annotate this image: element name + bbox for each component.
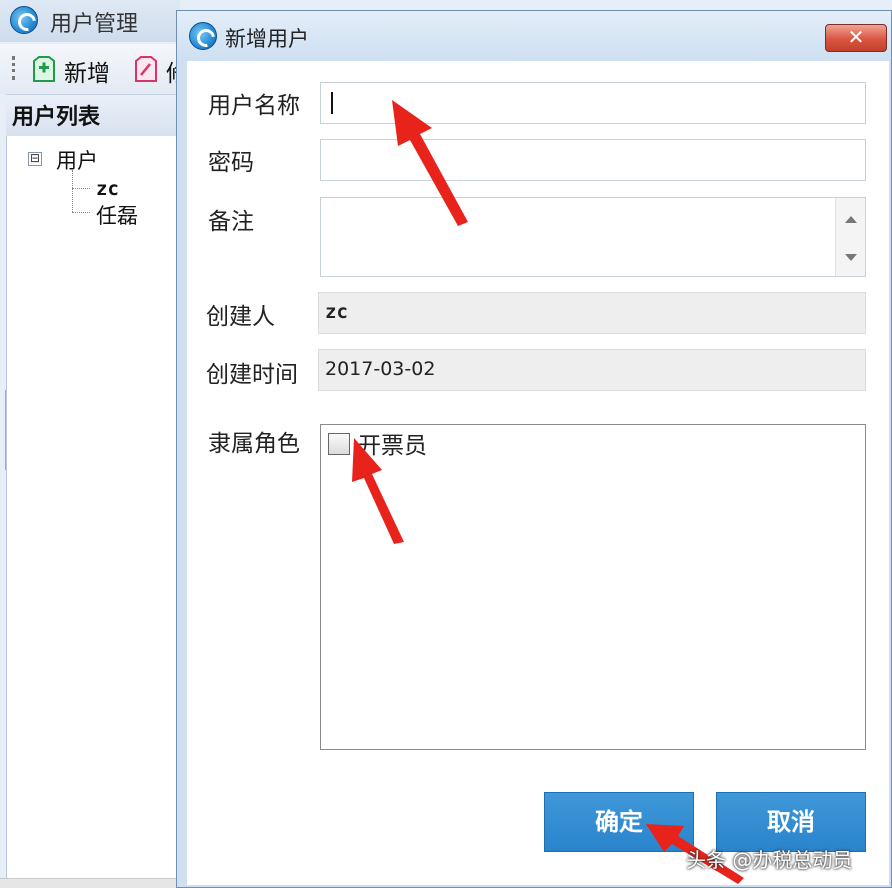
tree-collapse-toggle[interactable]: ⊟ (28, 152, 42, 166)
tree-node-user[interactable]: 任磊 (96, 200, 138, 230)
user-list-title: 用户列表 (12, 105, 101, 130)
creator-field: zc (318, 292, 866, 334)
remark-label: 备注 (208, 209, 254, 235)
close-button[interactable]: ✕ (825, 24, 887, 52)
password-label: 密码 (208, 150, 254, 176)
username-label: 用户名称 (208, 93, 300, 119)
role-option-label[interactable]: 开票员 (358, 426, 427, 460)
roles-label: 隶属角色 (208, 431, 300, 457)
creator-value: zc (325, 301, 348, 323)
tree-connector (72, 188, 90, 189)
created-time-field: 2017-03-02 (318, 349, 866, 391)
creator-label: 创建人 (206, 304, 275, 330)
dialog-title: 新增用户 (225, 27, 309, 51)
scroll-up-icon[interactable] (845, 216, 857, 223)
tree-connector (72, 212, 90, 213)
close-icon: ✕ (847, 25, 865, 49)
scroll-down-icon[interactable] (845, 254, 857, 261)
tree-node-user[interactable]: zc (96, 178, 119, 200)
add-user-icon[interactable] (30, 55, 58, 83)
password-input[interactable] (320, 139, 866, 181)
confirm-button[interactable]: 确定 (544, 792, 694, 852)
cancel-button[interactable]: 取消 (716, 792, 866, 852)
text-caret (331, 92, 333, 114)
created-time-label: 创建时间 (206, 362, 298, 388)
window-title: 用户管理 (50, 12, 139, 37)
watermark-text: 头条 @办税总动员 (686, 848, 853, 872)
user-tree (6, 136, 178, 886)
username-input[interactable] (320, 82, 866, 124)
roles-list (320, 424, 866, 750)
app-logo-icon (189, 22, 217, 50)
remark-scrollbar[interactable] (835, 198, 865, 276)
remark-textarea[interactable] (320, 197, 866, 277)
app-logo-icon (10, 6, 38, 34)
created-time-value: 2017-03-02 (325, 358, 436, 380)
toolbar-grip (12, 56, 15, 80)
edit-user-icon[interactable] (132, 55, 160, 83)
tree-node-users[interactable]: 用户 (56, 145, 98, 175)
add-button[interactable]: 新增 (64, 54, 110, 88)
role-checkbox[interactable] (328, 433, 350, 455)
tree-connector (72, 170, 73, 212)
splitter-handle[interactable] (0, 390, 6, 470)
